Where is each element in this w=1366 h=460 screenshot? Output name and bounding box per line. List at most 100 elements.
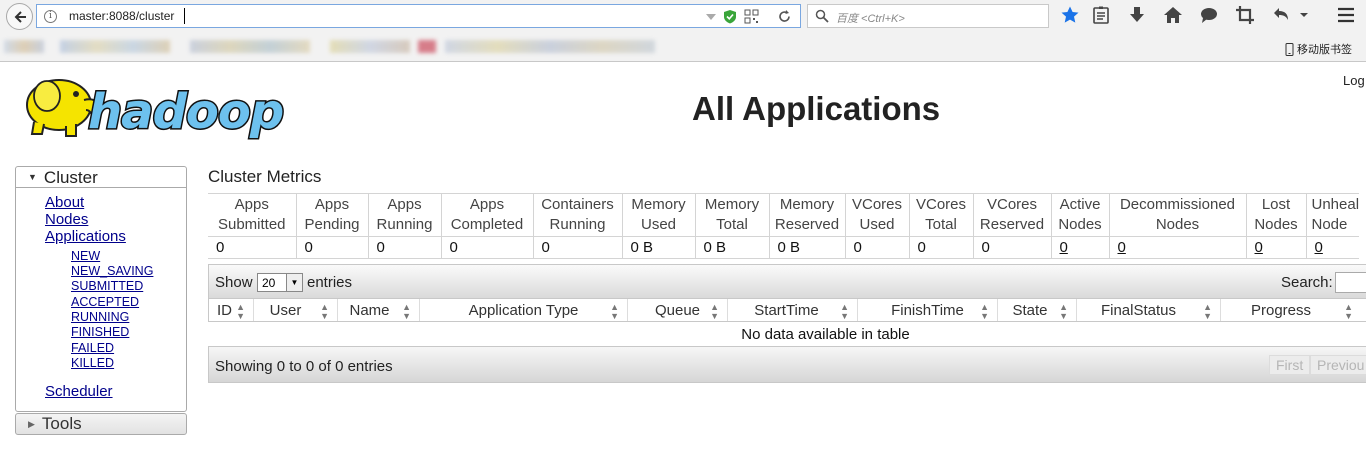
metric-link-lost-nodes[interactable]: 0 (1246, 236, 1307, 259)
metric-value-memory-used: 0 B (622, 236, 696, 259)
col-name[interactable]: Name ▲ ▼ (338, 299, 420, 321)
pager-previous-button[interactable]: Previou (1310, 355, 1366, 375)
col-id[interactable]: ID ▲ ▼ (209, 299, 254, 321)
col-progress[interactable]: Progress ▲ ▼ (1221, 299, 1361, 321)
apps-search-input[interactable] (1335, 272, 1366, 293)
chat-icon[interactable] (1199, 5, 1219, 25)
metric-link-unhealthy-nodes[interactable]: 0 (1306, 236, 1360, 259)
sidebar-state-killed[interactable]: KILLED (71, 356, 114, 370)
col-final-status[interactable]: FinalStatus ▲ ▼ (1077, 299, 1221, 321)
tools-label: Tools (41, 414, 82, 433)
hadoop-logo: hadoop (26, 79, 286, 142)
page-length-value: 20 (262, 276, 276, 290)
sidebar-state-failed[interactable]: FAILED (71, 341, 114, 355)
col-start-time[interactable]: StartTime ▲ ▼ (728, 299, 858, 321)
metric-value-apps-submitted: 0 (208, 236, 297, 259)
text-caret (184, 8, 185, 24)
reading-list-icon[interactable] (1091, 5, 1111, 25)
metric-value-vcores-used: 0 (845, 236, 910, 259)
sidebar-cluster-panel: ▼ Cluster About Nodes Applications NEW N… (15, 166, 187, 412)
metric-value-apps-running: 0 (368, 236, 442, 259)
sort-icon: ▲ ▼ (236, 302, 245, 321)
col-queue[interactable]: Queue ▲ ▼ (628, 299, 728, 321)
apps-table-footer: Showing 0 to 0 of 0 entries First Previo… (208, 346, 1366, 383)
qr-code-icon[interactable] (744, 9, 759, 24)
cluster-metrics-heading: Cluster Metrics (208, 167, 322, 186)
sidebar-state-new-saving[interactable]: NEW_SAVING (71, 264, 153, 278)
metrics-header-apps-pending: Apps Pending (296, 193, 369, 237)
sidebar-state-new[interactable]: NEW (71, 249, 100, 263)
sort-icon: ▲ ▼ (1059, 302, 1068, 321)
search-icon (815, 9, 829, 23)
sidebar-state-finished[interactable]: FINISHED (71, 325, 129, 339)
blurred-bookmark[interactable] (445, 40, 655, 53)
back-button[interactable] (6, 3, 33, 30)
entries-label: entries (307, 274, 353, 291)
col-finish-time[interactable]: FinishTime ▲ ▼ (858, 299, 998, 321)
apps-table-toolbar: Show 20 ▼ entries Search: (208, 264, 1366, 298)
sidebar-link-nodes[interactable]: Nodes (45, 211, 88, 228)
search-label: Search: (1281, 274, 1333, 291)
cluster-metrics-table: Apps Submitted Apps Pending Apps Running Ap… (208, 193, 1360, 259)
metric-value-apps-pending: 0 (296, 236, 369, 259)
sidebar-state-accepted[interactable]: ACCEPTED (71, 295, 139, 309)
page-length-select[interactable]: 20 ▼ (257, 273, 303, 292)
expanded-triangle-icon: ▼ (28, 171, 37, 182)
metric-value-memory-reserved: 0 B (769, 236, 846, 259)
blurred-bookmark[interactable] (418, 40, 436, 53)
url-bar[interactable]: i master:8088/cluster (36, 4, 801, 28)
blurred-bookmark[interactable] (330, 40, 410, 53)
bookmark-star-icon[interactable] (1060, 5, 1080, 25)
metric-value-apps-completed: 0 (441, 236, 534, 259)
web-search-box[interactable]: 百度 <Ctrl+K> (807, 4, 1049, 28)
browser-toolbar: i master:8088/cluster 百度 <Ctrl+K> (0, 0, 1366, 32)
blurred-bookmark[interactable] (60, 40, 170, 53)
search-placeholder: 百度 <Ctrl+K> (836, 13, 905, 25)
reload-icon[interactable] (777, 9, 792, 24)
crop-icon[interactable] (1235, 5, 1255, 25)
cluster-label: Cluster (43, 167, 98, 187)
site-info-icon[interactable]: i (44, 10, 57, 23)
mobile-bookmarks-label: 移动版书签 (1297, 44, 1352, 56)
metric-link-active-nodes[interactable]: 0 (1051, 236, 1110, 259)
metrics-header-lost-nodes: Lost Nodes (1246, 193, 1307, 237)
sidebar-link-about[interactable]: About (45, 194, 84, 211)
metrics-header-apps-completed: Apps Completed (441, 193, 534, 237)
metrics-header-memory-reserved: Memory Reserved (769, 193, 846, 237)
undo-dropdown-icon[interactable] (1298, 5, 1310, 25)
sidebar-state-running[interactable]: RUNNING (71, 310, 129, 324)
url-text[interactable]: master:8088/cluster (69, 9, 174, 23)
login-link[interactable]: Log (1343, 73, 1365, 88)
sort-icon: ▲ ▼ (980, 302, 989, 321)
metrics-header-vcores-total: VCores Total (909, 193, 974, 237)
col-user[interactable]: User ▲ ▼ (254, 299, 338, 321)
metrics-header-vcores-reserved: VCores Reserved (973, 193, 1052, 237)
apps-table-header: ID ▲ ▼ User ▲ ▼ Name ▲ ▼ Application Type ▲ ▼ Qu… (208, 298, 1366, 322)
shield-check-icon[interactable] (723, 9, 737, 24)
metrics-header-active-nodes: Active Nodes (1051, 193, 1110, 237)
cluster-section-header[interactable]: ▼ Cluster (16, 167, 186, 188)
metrics-header-containers-running: Containers Running (533, 193, 623, 237)
mobile-bookmarks-button[interactable]: 移动版书签 (1285, 41, 1352, 57)
metrics-header-apps-running: Apps Running (368, 193, 442, 237)
tools-section-header[interactable]: ▶ Tools (15, 413, 187, 435)
dropdown-arrow-icon[interactable] (705, 9, 717, 24)
download-icon[interactable] (1127, 5, 1147, 25)
sort-icon: ▲ ▼ (402, 302, 411, 321)
sidebar-link-applications[interactable]: Applications (45, 228, 126, 245)
sort-icon: ▲ ▼ (610, 302, 619, 321)
pager-first-button[interactable]: First (1269, 355, 1311, 375)
blurred-bookmark[interactable] (4, 40, 44, 53)
sidebar-link-scheduler[interactable]: Scheduler (45, 383, 113, 400)
show-label: Show (215, 274, 253, 291)
home-icon[interactable] (1163, 5, 1183, 25)
undo-icon[interactable] (1271, 5, 1291, 25)
back-arrow-icon (14, 10, 26, 23)
sidebar-state-submitted[interactable]: SUBMITTED (71, 279, 143, 293)
page-title: All Applications (692, 90, 941, 127)
col-application-type[interactable]: Application Type ▲ ▼ (420, 299, 628, 321)
col-state[interactable]: State ▲ ▼ (998, 299, 1077, 321)
metric-link-decommissioned-nodes[interactable]: 0 (1109, 236, 1247, 259)
blurred-bookmark[interactable] (190, 40, 310, 53)
menu-icon[interactable] (1336, 5, 1356, 25)
